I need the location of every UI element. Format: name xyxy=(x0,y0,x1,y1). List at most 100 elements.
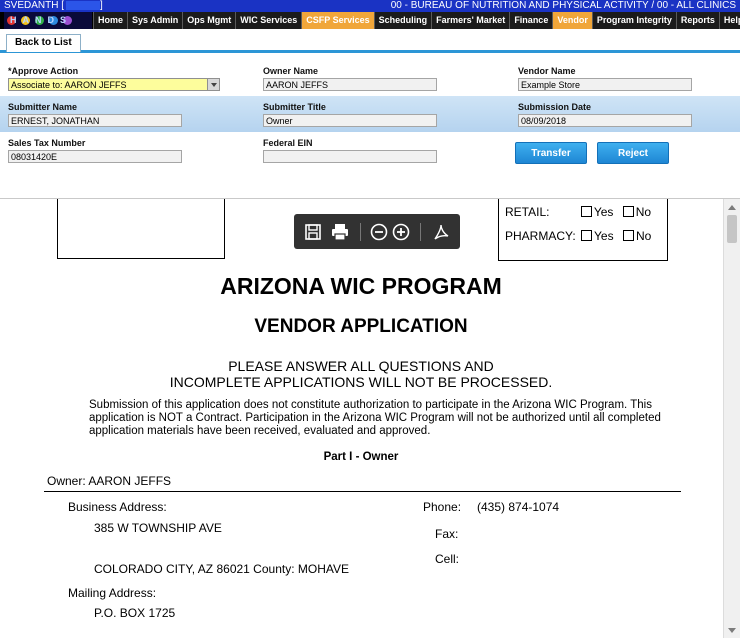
vendor-name-label: Vendor Name xyxy=(518,66,576,76)
top-status-bar: SVEDANTH [] 00 - BUREAU OF NUTRITION AND… xyxy=(0,0,740,12)
submission-date-field: Submission Date 08/09/2018 xyxy=(518,102,692,127)
menu-farmers-market[interactable]: Farmers' Market xyxy=(431,12,510,29)
form-row-3: Sales Tax Number 08031420E Federal EIN T… xyxy=(0,132,740,168)
organization-label: 00 - BUREAU OF NUTRITION AND PHYSICAL AC… xyxy=(390,0,736,11)
document-notice: PLEASE ANSWER ALL QUESTIONS AND INCOMPLE… xyxy=(0,358,722,390)
tab-strip: Back to List xyxy=(0,31,740,53)
toolbar-separator xyxy=(420,223,421,241)
menu-home[interactable]: Home xyxy=(93,12,128,29)
pdf-page: RETAIL: Yes No PHARMACY: Yes No ARIZONA … xyxy=(0,199,722,638)
main-navigation: HANDS Home Sys Admin Ops Mgmt WIC Servic… xyxy=(0,12,740,29)
submitter-name-input[interactable]: ERNEST, JONATHAN xyxy=(8,114,182,127)
submitter-title-label: Submitter Title xyxy=(263,102,326,112)
submitter-title-input[interactable]: Owner xyxy=(263,114,437,127)
zoom-out-icon[interactable] xyxy=(369,222,389,242)
form-row-1: *Approve Action Associate to: AARON JEFF… xyxy=(0,60,740,96)
scroll-thumb[interactable] xyxy=(727,215,737,243)
owner-name-input[interactable]: AARON JEFFS xyxy=(263,78,437,91)
notice-line-1: PLEASE ANSWER ALL QUESTIONS AND xyxy=(228,358,494,374)
print-icon[interactable] xyxy=(330,222,350,242)
pdf-viewer[interactable]: RETAIL: Yes No PHARMACY: Yes No ARIZONA … xyxy=(0,198,740,638)
owner-line: Owner: AARON JEFFS xyxy=(47,474,172,488)
menu-sys-admin[interactable]: Sys Admin xyxy=(127,12,183,29)
menu-reports[interactable]: Reports xyxy=(675,12,719,29)
vendor-name-input[interactable]: Example Store xyxy=(518,78,692,91)
scroll-down-icon[interactable] xyxy=(728,628,736,633)
mailing-address-label: Mailing Address: xyxy=(68,586,157,600)
save-icon[interactable] xyxy=(303,222,323,242)
reject-button[interactable]: Reject xyxy=(597,142,669,164)
approve-action-select[interactable]: Associate to: AARON JEFFS xyxy=(8,78,220,91)
current-user: SVEDANTH [] xyxy=(4,0,103,11)
submission-date-label: Submission Date xyxy=(518,102,592,112)
scroll-up-icon[interactable] xyxy=(728,205,736,210)
logo-text: HANDS xyxy=(10,15,73,25)
mailing-address-line-1: P.O. BOX 1725 xyxy=(94,606,176,620)
sales-tax-field: Sales Tax Number 08031420E xyxy=(8,138,182,163)
pdf-toolbar xyxy=(294,214,460,249)
fax-label: Fax: xyxy=(435,527,459,541)
part-heading: Part I - Owner xyxy=(323,451,399,463)
federal-ein-label: Federal EIN xyxy=(263,138,313,148)
pharmacy-no-checkbox[interactable] xyxy=(622,230,634,241)
menu-help[interactable]: Help xyxy=(718,12,740,29)
form-row-2: Submitter Name ERNEST, JONATHAN Submitte… xyxy=(0,96,740,132)
menu-scheduling[interactable]: Scheduling xyxy=(373,12,432,29)
business-address-line-2: COLORADO CITY, AZ 86021 County: MOHAVE xyxy=(94,562,349,576)
acrobat-icon[interactable] xyxy=(431,222,451,242)
back-to-list-tab[interactable]: Back to List xyxy=(6,34,81,52)
sales-tax-label: Sales Tax Number xyxy=(8,138,86,148)
disclaimer-paragraph: Submission of this application does not … xyxy=(89,399,661,437)
submitter-name-field: Submitter Name ERNEST, JONATHAN xyxy=(8,102,182,127)
owner-name-label: Owner Name xyxy=(263,66,319,76)
sales-tax-input[interactable]: 08031420E xyxy=(8,150,182,163)
pharmacy-yes-checkbox[interactable] xyxy=(581,230,593,241)
document-title: ARIZONA WIC PROGRAM xyxy=(220,273,502,299)
phone-label: Phone: xyxy=(423,500,462,514)
store-type-box: RETAIL: Yes No PHARMACY: Yes No xyxy=(498,199,668,261)
section-divider xyxy=(44,491,681,492)
user-name: SVEDANTH [ xyxy=(4,0,65,11)
menu-program-integrity[interactable]: Program Integrity xyxy=(591,12,676,29)
pharmacy-no-label: No xyxy=(635,229,652,243)
menu-wic-services[interactable]: WIC Services xyxy=(235,12,302,29)
pdf-scrollbar[interactable] xyxy=(723,199,740,638)
submitter-name-label: Submitter Name xyxy=(8,102,78,112)
zoom-in-icon[interactable] xyxy=(391,222,411,242)
pharmacy-yes-label: Yes xyxy=(594,229,614,243)
vendor-approval-form: *Approve Action Associate to: AARON JEFF… xyxy=(0,60,740,196)
retail-no-label: No xyxy=(635,205,652,219)
menu-csfp-services[interactable]: CSFP Services xyxy=(301,12,374,29)
submission-date-input[interactable]: 08/09/2018 xyxy=(518,114,692,127)
submitter-title-field: Submitter Title Owner xyxy=(263,102,437,127)
menu-finance[interactable]: Finance xyxy=(509,12,553,29)
menu-bar: Home Sys Admin Ops Mgmt WIC Services CSF… xyxy=(93,12,740,29)
approve-action-value: Associate to: AARON JEFFS xyxy=(11,80,127,90)
owner-name-field: Owner Name AARON JEFFS xyxy=(263,66,437,91)
chevron-down-icon[interactable] xyxy=(207,79,219,90)
document-box-left xyxy=(57,199,225,259)
user-id-redacted xyxy=(66,0,101,10)
notice-line-2: INCOMPLETE APPLICATIONS WILL NOT BE PROC… xyxy=(169,374,553,390)
retail-no-checkbox[interactable] xyxy=(622,206,634,217)
vendor-name-field: Vendor Name Example Store xyxy=(518,66,692,91)
retail-yes-label: Yes xyxy=(593,205,614,219)
retail-yes-checkbox[interactable] xyxy=(580,206,592,217)
approve-action-field: *Approve Action Associate to: AARON JEFF… xyxy=(8,66,220,91)
toolbar-separator xyxy=(360,223,361,241)
menu-ops-mgmt[interactable]: Ops Mgmt xyxy=(182,12,236,29)
federal-ein-field: Federal EIN xyxy=(263,138,437,163)
phone-value: (435) 874-1074 xyxy=(477,500,560,514)
retail-row: RETAIL: Yes No xyxy=(505,205,651,219)
approve-action-label: *Approve Action xyxy=(8,66,79,76)
retail-label: RETAIL: xyxy=(505,205,550,219)
pharmacy-row: PHARMACY: Yes No xyxy=(505,229,651,243)
document-subtitle: VENDOR APPLICATION xyxy=(254,316,468,337)
pharmacy-label: PHARMACY: xyxy=(505,229,576,243)
federal-ein-input[interactable] xyxy=(263,150,437,163)
menu-vendor[interactable]: Vendor xyxy=(552,12,592,29)
hands-logo[interactable]: HANDS xyxy=(4,12,92,29)
business-address-line-1: 385 W TOWNSHIP AVE xyxy=(94,521,222,535)
business-address-label: Business Address: xyxy=(68,500,167,514)
transfer-button[interactable]: Transfer xyxy=(515,142,587,164)
